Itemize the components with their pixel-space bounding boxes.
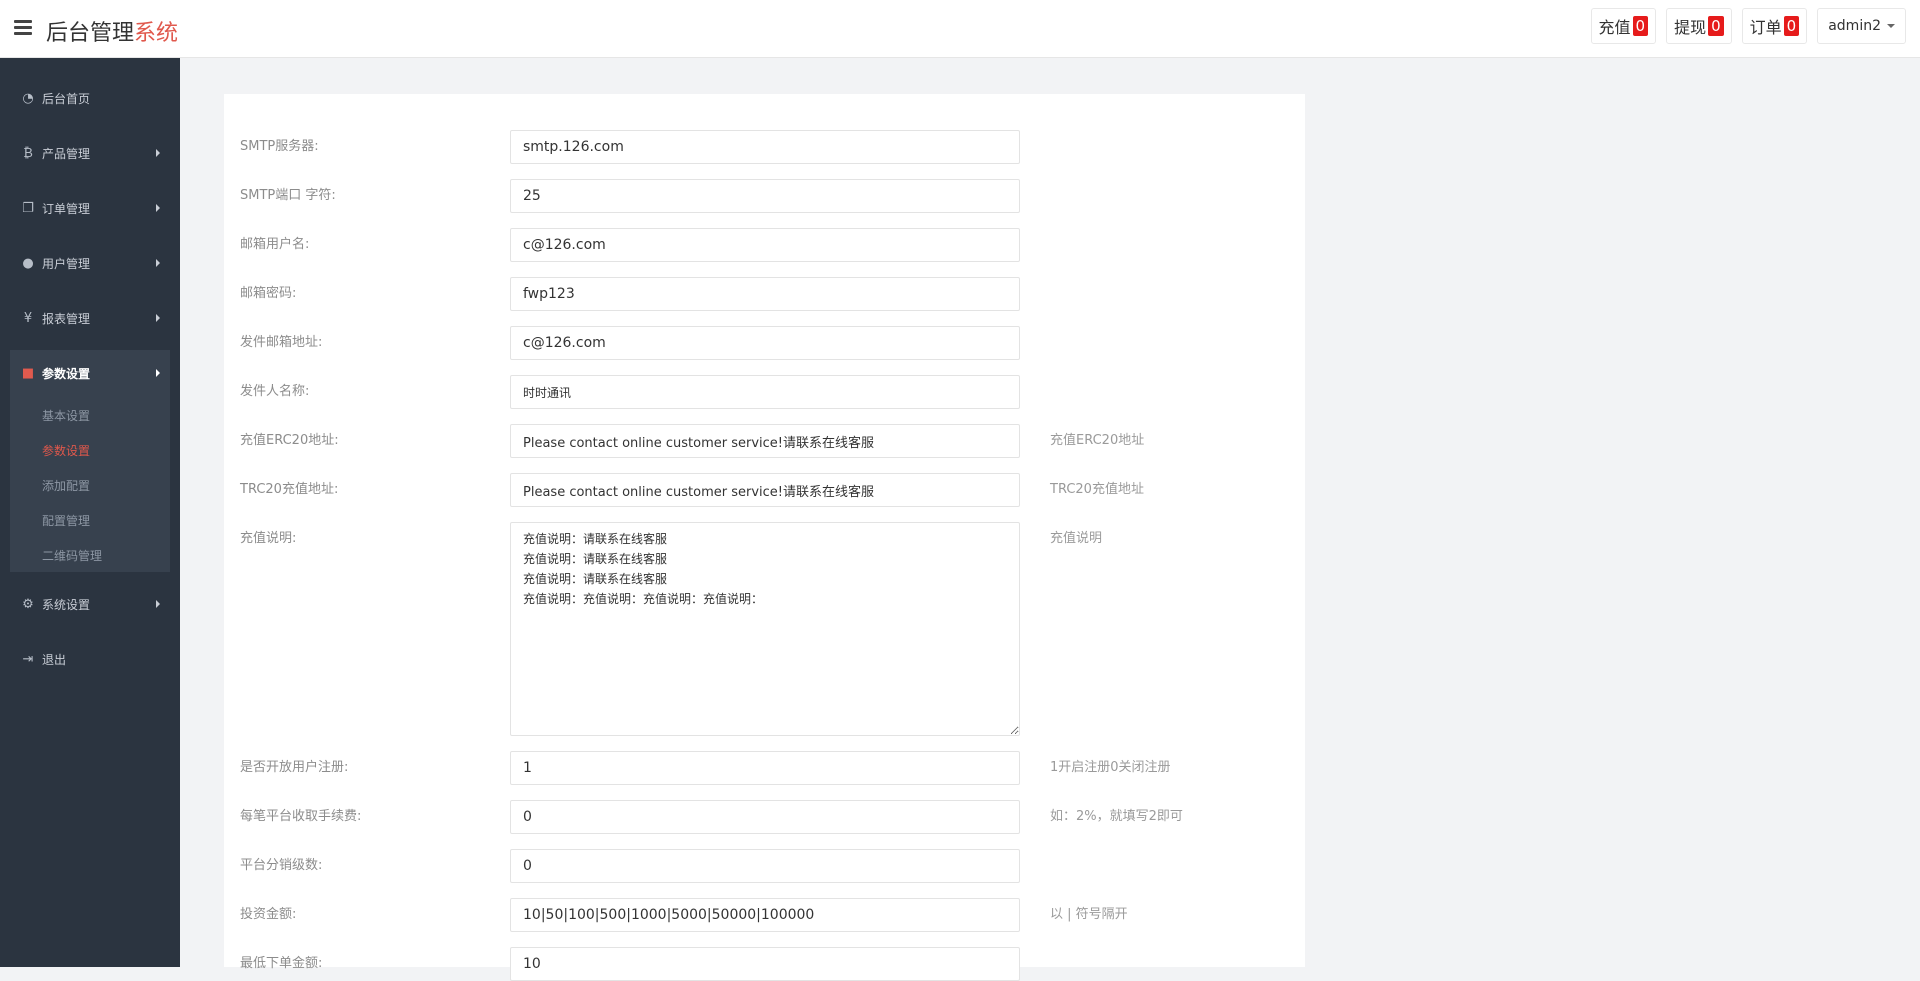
trc20-address-input[interactable] <box>510 473 1020 507</box>
recharge-label: 充值 <box>1598 18 1631 37</box>
open-registration-input[interactable] <box>510 751 1020 785</box>
sub-item-param-settings[interactable]: 参数设置 <box>42 442 90 459</box>
investment-amounts-input[interactable] <box>510 898 1020 932</box>
sub-item-basic-settings[interactable]: 基本设置 <box>42 407 90 424</box>
bitcoin-icon: ₿ <box>23 146 33 161</box>
caret-right-icon <box>156 204 160 212</box>
withdraw-button[interactable]: 提现 0 <box>1666 8 1732 44</box>
settings-form-panel: SMTP服务器: SMTP端口 字符: 邮箱用户名: 邮箱密码: 发件邮箱地址:… <box>224 94 1305 981</box>
order-button[interactable]: 订单 0 <box>1741 8 1808 44</box>
field-label: 邮箱用户名: <box>240 237 310 252</box>
user-menu-button[interactable]: admin2 <box>1817 8 1906 44</box>
top-header: 后台管理系统 充值 0 提现 0 订单 0 admin2 <box>0 0 1920 58</box>
caret-right-icon <box>156 314 160 322</box>
brand-accent: 系统 <box>134 21 179 46</box>
menu-toggle-icon[interactable] <box>14 20 32 36</box>
field-label: 充值说明: <box>240 531 297 546</box>
sidebar-item-reports[interactable]: ¥ 报表管理 <box>0 296 180 340</box>
order-badge: 0 <box>1783 16 1800 36</box>
sidebar-item-products[interactable]: ₿ 产品管理 <box>0 131 180 175</box>
field-label: TRC20充值地址: <box>240 482 339 497</box>
smtp-port-input[interactable] <box>510 179 1020 213</box>
user-icon: ● <box>22 255 34 271</box>
sidebar-item-label: 产品管理 <box>42 146 91 161</box>
caret-right-icon <box>156 259 160 267</box>
top-actions: 充值 0 提现 0 订单 0 admin2 <box>1590 8 1906 44</box>
yen-icon: ¥ <box>23 310 33 326</box>
field-label: 邮箱密码: <box>240 286 297 301</box>
field-hint: 充值ERC20地址 <box>1050 433 1145 448</box>
field-hint: 充值说明 <box>1050 531 1103 546</box>
withdraw-badge: 0 <box>1708 16 1724 36</box>
field-hint: 1开启注册0关闭注册 <box>1050 760 1171 775</box>
files-icon: ■ <box>21 365 35 381</box>
gears-icon: ⚙ <box>22 596 34 612</box>
sender-name-input[interactable] <box>510 375 1020 409</box>
username: admin2 <box>1828 18 1881 34</box>
sidebar-item-orders[interactable]: ❐ 订单管理 <box>0 186 180 230</box>
withdraw-label: 提现 <box>1674 18 1707 37</box>
sub-item-add-config[interactable]: 添加配置 <box>42 477 90 494</box>
sidebar-item-system[interactable]: ⚙ 系统设置 <box>0 582 180 626</box>
brand-main: 后台管理 <box>46 21 135 46</box>
field-hint: TRC20充值地址 <box>1050 482 1144 497</box>
sidebar-item-label: 用户管理 <box>42 256 91 271</box>
sidebar-item-label: 系统设置 <box>42 597 91 612</box>
sidebar-item-label: 订单管理 <box>42 201 91 216</box>
erc20-address-input[interactable] <box>510 424 1020 458</box>
field-label: 发件人名称: <box>240 384 310 399</box>
field-label: 平台分销级数: <box>240 858 323 873</box>
sender-address-input[interactable] <box>510 326 1020 360</box>
recharge-description-textarea[interactable]: 充值说明：请联系在线客服 充值说明：请联系在线客服 充值说明：请联系在线客服 充… <box>510 522 1020 736</box>
sign-out-icon: ⇥ <box>22 651 34 667</box>
sub-item-qrcode-manage[interactable]: 二维码管理 <box>42 547 102 564</box>
sidebar-item-label: 参数设置 <box>42 366 91 381</box>
sidebar-item-params[interactable]: ■ 参数设置 <box>0 351 180 395</box>
copy-icon: ❐ <box>22 200 34 216</box>
min-order-amount-input[interactable] <box>510 947 1020 981</box>
field-hint: 如：2%，就填写2即可 <box>1050 809 1183 824</box>
caret-right-icon <box>156 149 160 157</box>
field-label: 是否开放用户注册: <box>240 760 349 775</box>
sidebar-item-label: 退出 <box>42 652 67 667</box>
recharge-button[interactable]: 充值 0 <box>1590 8 1657 44</box>
field-label: 投资金额: <box>240 907 297 922</box>
sidebar-item-dashboard[interactable]: ◔ 后台首页 <box>0 76 180 120</box>
brand-title: 后台管理系统 <box>46 15 178 47</box>
mail-username-input[interactable] <box>510 228 1020 262</box>
field-label: SMTP端口 字符: <box>240 188 336 203</box>
caret-right-icon <box>156 369 160 377</box>
sub-item-config-manage[interactable]: 配置管理 <box>42 512 90 529</box>
field-label: 发件邮箱地址: <box>240 335 323 350</box>
platform-fee-input[interactable] <box>510 800 1020 834</box>
sidebar-item-logout[interactable]: ⇥ 退出 <box>0 637 180 681</box>
caret-down-icon <box>1887 24 1895 28</box>
caret-right-icon <box>156 600 160 608</box>
field-label: SMTP服务器: <box>240 139 319 154</box>
recharge-badge: 0 <box>1632 16 1649 36</box>
smtp-server-input[interactable] <box>510 130 1020 164</box>
distribution-levels-input[interactable] <box>510 849 1020 883</box>
field-label: 充值ERC20地址: <box>240 433 339 448</box>
field-label: 每笔平台收取手续费: <box>240 809 362 824</box>
sidebar-item-users[interactable]: ● 用户管理 <box>0 241 180 285</box>
field-label: 最低下单金额: <box>240 956 323 971</box>
sidebar: ◔ 后台首页 ₿ 产品管理 ❐ 订单管理 ● 用户管理 ¥ 报表管理 ■ 参数设… <box>0 58 180 967</box>
field-hint: 以 | 符号隔开 <box>1050 907 1128 922</box>
order-label: 订单 <box>1749 18 1782 37</box>
dashboard-icon: ◔ <box>22 90 34 106</box>
mail-password-input[interactable] <box>510 277 1020 311</box>
sidebar-item-label: 后台首页 <box>42 91 91 106</box>
sidebar-item-label: 报表管理 <box>42 311 91 326</box>
